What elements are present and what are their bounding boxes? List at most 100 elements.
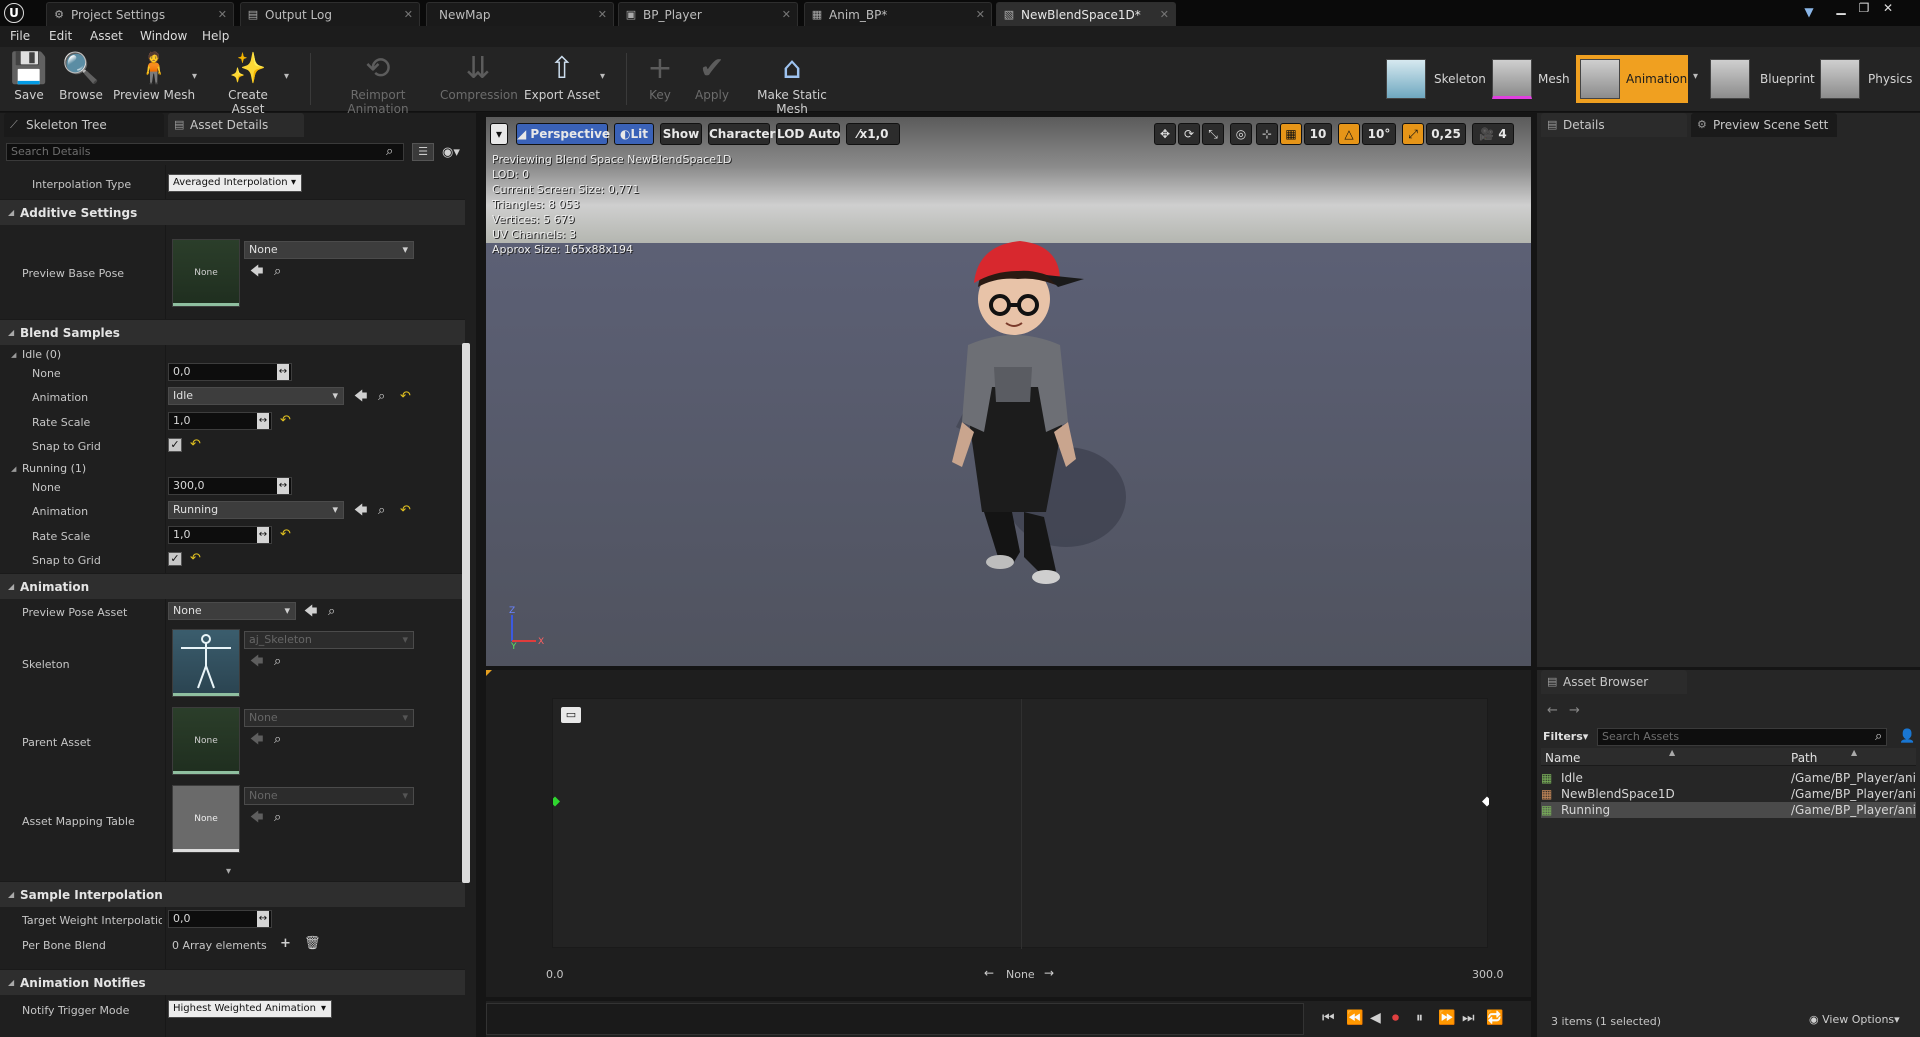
tab-bp-player[interactable]: ▣ BP_Player ✕ — [618, 2, 798, 26]
compression-button[interactable]: ⇊ Compression — [440, 50, 518, 108]
feedback-icon[interactable]: ▼ — [1798, 4, 1820, 22]
rotate-icon[interactable]: ⟳ — [1178, 123, 1200, 145]
character-button[interactable]: Character — [708, 123, 775, 145]
mode-skeleton-button[interactable]: Skeleton — [1384, 55, 1496, 103]
preview-base-pose-combo[interactable]: None — [244, 241, 414, 259]
create-asset-dropdown-icon[interactable]: ▾ — [284, 71, 289, 82]
create-asset-button[interactable]: ✨ Create Asset — [210, 50, 286, 116]
loop-icon[interactable]: 🔁 — [1486, 1011, 1503, 1025]
blend-samples-header[interactable]: Blend Samples — [0, 319, 465, 346]
reset-to-default-icon[interactable]: ↶ — [190, 552, 201, 566]
add-element-icon[interactable]: + — [280, 937, 291, 951]
details-scrollbar[interactable] — [462, 343, 470, 883]
reset-to-default-icon[interactable]: ↶ — [280, 528, 291, 542]
close-icon[interactable]: ✕ — [1160, 3, 1169, 26]
tab-skeleton-tree[interactable]: ⟋ Skeleton Tree — [4, 113, 164, 137]
asset-row-newblendspace1d[interactable]: ▦ NewBlendSpace1D /Game/BP_Player/ani — [1541, 786, 1916, 802]
tab-asset-browser[interactable]: ▤ Asset Browser — [1541, 670, 1687, 694]
mode-mesh-button[interactable]: Mesh — [1490, 55, 1570, 103]
menu-edit[interactable]: Edit — [49, 29, 72, 43]
close-window-icon[interactable]: ✕ — [1877, 0, 1899, 18]
timeline-scrubber[interactable] — [486, 1003, 1304, 1035]
preview-mesh-button[interactable]: 🧍 Preview Mesh — [112, 50, 196, 108]
idle-rate-scale-field[interactable]: 1,0 — [168, 412, 272, 430]
export-asset-dropdown-icon[interactable]: ▾ — [600, 71, 605, 82]
rotation-snap-value[interactable]: 10° — [1362, 123, 1396, 145]
trash-icon[interactable]: 🗑 — [304, 937, 321, 951]
lit-button[interactable]: ◐Lit — [614, 123, 654, 145]
reset-to-default-icon[interactable]: ↶ — [190, 438, 201, 452]
tab-project-settings[interactable]: ⚙ Project Settings ✕ — [46, 2, 234, 26]
browse-icon[interactable]: ⌕ — [378, 390, 385, 404]
browse-icon[interactable]: ⌕ — [274, 655, 281, 669]
search-assets-input[interactable]: Search Assets — [1597, 728, 1887, 746]
mode-animation-button[interactable]: Animation — [1576, 55, 1688, 103]
preview-base-pose-thumbnail[interactable]: None — [172, 239, 240, 307]
asset-mapping-combo[interactable]: None — [244, 787, 414, 805]
unreal-logo-icon[interactable]: U — [4, 3, 24, 23]
animation-notifies-header[interactable]: Animation Notifies — [0, 969, 465, 996]
idle-sample-value-field[interactable]: 0,0 — [168, 363, 292, 381]
arrow-left-icon[interactable]: 🡄 — [304, 605, 317, 619]
forward-arrow-icon[interactable]: → — [1569, 704, 1580, 718]
camera-speed-button[interactable]: 🎥 4 — [1472, 123, 1514, 145]
scale-snap-value[interactable]: 0,25 — [1426, 123, 1466, 145]
restore-icon[interactable]: ❐ — [1853, 0, 1875, 18]
column-name[interactable]: Name — [1545, 751, 1580, 765]
sample-running-header[interactable]: Running (1) — [0, 460, 465, 478]
reset-to-default-icon[interactable]: ↶ — [400, 390, 411, 404]
back-arrow-icon[interactable]: ← — [1547, 704, 1558, 718]
make-static-mesh-button[interactable]: ⌂ Make Static Mesh — [742, 50, 842, 116]
translate-icon[interactable]: ✥ — [1154, 123, 1176, 145]
skip-to-end-icon[interactable]: ⏭ — [1462, 1011, 1475, 1025]
scale-snap-icon[interactable]: ⤢ — [1402, 123, 1424, 145]
reset-to-default-icon[interactable]: ↶ — [280, 414, 291, 428]
column-path[interactable]: Path — [1791, 751, 1817, 765]
menu-help[interactable]: Help — [202, 29, 229, 43]
idle-animation-combo[interactable]: Idle — [168, 387, 344, 405]
menu-asset[interactable]: Asset — [90, 29, 123, 43]
parent-asset-thumbnail[interactable]: None — [172, 707, 240, 775]
expand-advanced-icon[interactable]: ▾ — [226, 865, 231, 879]
arrow-left-icon[interactable]: 🡄 — [354, 390, 367, 404]
browse-icon[interactable]: ⌕ — [274, 733, 281, 747]
mode-physics-button[interactable]: Physics — [1818, 55, 1918, 103]
target-weight-interpolation-field[interactable]: 0,0 — [168, 910, 272, 928]
browse-icon[interactable]: ⌕ — [274, 811, 281, 825]
viewport-options-dropdown[interactable]: ▾ — [490, 123, 508, 145]
blend-grid-area[interactable]: ▭ — [552, 698, 1489, 949]
show-button[interactable]: Show — [660, 123, 702, 145]
view-options-grid-icon[interactable]: ☰ — [412, 143, 434, 161]
menu-window[interactable]: Window — [140, 29, 187, 43]
browse-icon[interactable]: ⌕ — [378, 504, 385, 518]
record-icon[interactable]: ⏺ — [1392, 1011, 1399, 1025]
preview-viewport[interactable]: ▾ ◢ Perspective ◐Lit Show Character LOD … — [486, 117, 1531, 666]
idle-snap-to-grid-checkbox[interactable]: ✓ — [168, 438, 182, 452]
tab-details[interactable]: ▤ Details — [1541, 113, 1687, 137]
close-icon[interactable]: ✕ — [976, 3, 985, 26]
scale-icon[interactable]: ⤡ — [1202, 123, 1224, 145]
close-icon[interactable]: ✕ — [404, 3, 413, 26]
asset-row-idle[interactable]: ▦ Idle /Game/BP_Player/ani — [1541, 770, 1916, 786]
notify-trigger-mode-combo[interactable]: Highest Weighted Animation — [168, 1000, 332, 1018]
skeleton-thumbnail[interactable] — [172, 629, 240, 697]
browse-icon[interactable]: ⌕ — [274, 265, 281, 279]
close-icon[interactable]: ✕ — [218, 3, 227, 26]
tab-newblendspace1d[interactable]: ▧ NewBlendSpace1D* ✕ — [996, 2, 1176, 26]
eye-icon[interactable]: ◉▾ — [442, 146, 460, 160]
skip-to-start-icon[interactable]: ⏮ — [1322, 1011, 1335, 1025]
asset-row-running[interactable]: ▦ Running /Game/BP_Player/ani — [1541, 802, 1916, 818]
view-options-button[interactable]: ◉ View Options▾ — [1809, 1013, 1919, 1029]
sample-interpolation-header[interactable]: Sample Interpolation — [0, 881, 465, 908]
close-icon[interactable]: ✕ — [598, 3, 607, 26]
running-animation-combo[interactable]: Running — [168, 501, 344, 519]
pause-icon[interactable]: ⏸ — [1416, 1011, 1423, 1025]
lod-button[interactable]: LOD Auto — [776, 123, 840, 145]
animation-header[interactable]: Animation — [0, 573, 465, 600]
tab-anim-bp[interactable]: ▦ Anim_BP* ✕ — [804, 2, 992, 26]
play-reverse-icon[interactable]: ◀ — [1370, 1011, 1381, 1025]
filters-button[interactable]: Filters▾ — [1543, 728, 1593, 746]
step-back-icon[interactable]: ⏪ — [1346, 1011, 1363, 1025]
close-icon[interactable]: ✕ — [782, 3, 791, 26]
browse-icon[interactable]: ⌕ — [328, 605, 335, 619]
